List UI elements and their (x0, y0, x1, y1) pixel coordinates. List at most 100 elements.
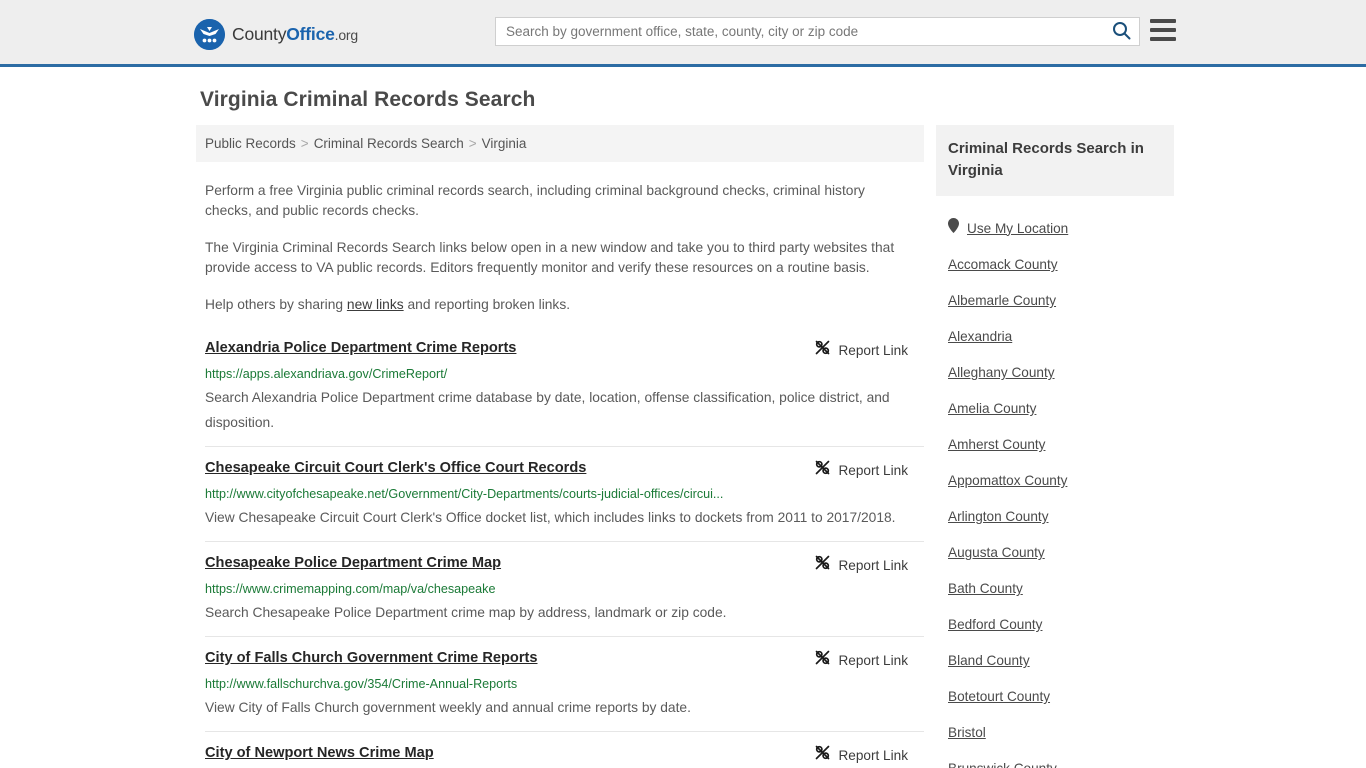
breadcrumb-separator: > (468, 136, 477, 151)
site-logo[interactable]: CountyOffice.org (194, 19, 358, 50)
search-input[interactable] (496, 18, 1103, 45)
sidebar-item-label: Amelia County (948, 401, 1037, 416)
sidebar-item-amelia-county[interactable]: Amelia County (936, 391, 1174, 427)
sidebar-item-label: Accomack County (948, 257, 1058, 272)
brand-tld: .org (334, 27, 359, 43)
result-header: City of Newport News Crime Map Report Li… (205, 744, 924, 766)
list-item: Bland County (936, 643, 1174, 679)
sidebar-item-use-my-location[interactable]: Use My Location (936, 210, 1174, 247)
sidebar-item-bedford-county[interactable]: Bedford County (936, 607, 1174, 643)
result-item: City of Newport News Crime Map Report Li… (205, 731, 924, 768)
eagle-shield-logo-icon (194, 19, 225, 50)
sidebar-item-alleghany-county[interactable]: Alleghany County (936, 355, 1174, 391)
sidebar-item-albemarle-county[interactable]: Albemarle County (936, 283, 1174, 319)
list-item: Alleghany County (936, 355, 1174, 391)
result-title-link[interactable]: City of Newport News Crime Map (205, 744, 434, 763)
result-title-link[interactable]: Chesapeake Circuit Court Clerk's Office … (205, 459, 586, 478)
result-title-link[interactable]: City of Falls Church Government Crime Re… (205, 649, 537, 668)
list-item: Albemarle County (936, 283, 1174, 319)
report-link-button[interactable]: Report Link (814, 744, 924, 766)
sidebar-item-alexandria[interactable]: Alexandria (936, 319, 1174, 355)
result-description: View Chesapeake Circuit Court Clerk's Of… (205, 510, 896, 525)
result-url[interactable]: https://www.crimemapping.com/map/va/ches… (205, 581, 924, 598)
breadcrumb-item-criminal-records-search[interactable]: Criminal Records Search (314, 136, 464, 151)
sidebar-item-bristol[interactable]: Bristol (936, 715, 1174, 751)
result-url[interactable]: https://apps.alexandriava.gov/CrimeRepor… (205, 366, 924, 383)
list-item: Bristol (936, 715, 1174, 751)
new-links-link[interactable]: new links (347, 297, 404, 312)
sidebar-item-label: Appomattox County (948, 473, 1068, 488)
result-description: Search Alexandria Police Department crim… (205, 390, 890, 430)
intro-paragraph-3-suffix: and reporting broken links. (403, 297, 571, 312)
list-item: Use My Location (936, 210, 1174, 247)
list-item: Bedford County (936, 607, 1174, 643)
broken-link-icon (814, 339, 831, 361)
report-link-button[interactable]: Report Link (814, 554, 924, 576)
report-link-label: Report Link (838, 652, 908, 668)
intro-paragraph-3: Help others by sharing new links and rep… (205, 295, 912, 315)
broken-link-icon (814, 554, 831, 576)
hamburger-menu-icon[interactable] (1150, 19, 1176, 41)
sidebar-item-bath-county[interactable]: Bath County (936, 571, 1174, 607)
search-button[interactable] (1103, 18, 1139, 45)
report-link-label: Report Link (838, 342, 908, 358)
result-header: Chesapeake Circuit Court Clerk's Office … (205, 459, 924, 481)
hamburger-bar (1150, 28, 1176, 32)
sidebar-item-label: Albemarle County (948, 293, 1057, 308)
sidebar-item-bland-county[interactable]: Bland County (936, 643, 1174, 679)
sidebar-item-augusta-county[interactable]: Augusta County (936, 535, 1174, 571)
list-item: Arlington County (936, 499, 1174, 535)
broken-link-icon (814, 649, 831, 671)
list-item: Augusta County (936, 535, 1174, 571)
breadcrumb-item-public-records[interactable]: Public Records (205, 136, 296, 151)
sidebar-item-label: Bristol (948, 725, 986, 740)
sidebar-item-label: Amherst County (948, 437, 1046, 452)
report-link-label: Report Link (838, 462, 908, 478)
sidebar-item-label: Bland County (948, 653, 1030, 668)
sidebar-item-brunswick-county[interactable]: Brunswick County (936, 751, 1174, 768)
result-url[interactable]: http://www.fallschurchva.gov/354/Crime-A… (205, 676, 924, 693)
report-link-button[interactable]: Report Link (814, 339, 924, 361)
sidebar: Criminal Records Search in Virginia Use … (936, 125, 1174, 768)
list-item: Accomack County (936, 247, 1174, 283)
sidebar-item-arlington-county[interactable]: Arlington County (936, 499, 1174, 535)
report-link-button[interactable]: Report Link (814, 459, 924, 481)
report-link-label: Report Link (838, 557, 908, 573)
content-columns: Public Records > Criminal Records Search > V… (0, 125, 1366, 768)
breadcrumb-item-virginia[interactable]: Virginia (482, 136, 527, 151)
broken-link-icon (814, 459, 831, 481)
list-item: Botetourt County (936, 679, 1174, 715)
search-bar[interactable] (495, 17, 1140, 46)
intro-paragraph-3-prefix: Help others by sharing (205, 297, 347, 312)
result-title-link[interactable]: Alexandria Police Department Crime Repor… (205, 339, 516, 358)
sidebar-item-label: Augusta County (948, 545, 1045, 560)
list-item: Brunswick County (936, 751, 1174, 768)
list-item: Appomattox County (936, 463, 1174, 499)
list-item: Amherst County (936, 427, 1174, 463)
result-url[interactable]: http://www.cityofchesapeake.net/Governme… (205, 486, 924, 503)
sidebar-item-botetourt-county[interactable]: Botetourt County (936, 679, 1174, 715)
sidebar-item-accomack-county[interactable]: Accomack County (936, 247, 1174, 283)
page-title: Virginia Criminal Records Search (200, 88, 536, 111)
broken-link-icon (814, 744, 831, 766)
report-link-button[interactable]: Report Link (814, 649, 924, 671)
sidebar-item-amherst-county[interactable]: Amherst County (936, 427, 1174, 463)
sidebar-list: Use My Location Accomack County Albemarl… (936, 196, 1174, 768)
sidebar-item-appomattox-county[interactable]: Appomattox County (936, 463, 1174, 499)
result-item: Chesapeake Police Department Crime Map R… (205, 541, 924, 636)
report-link-label: Report Link (838, 747, 908, 763)
brand-prefix: County (232, 24, 287, 44)
sidebar-item-label: Alexandria (948, 329, 1013, 344)
result-item: City of Falls Church Government Crime Re… (205, 636, 924, 731)
sidebar-item-label: Arlington County (948, 509, 1049, 524)
result-header: Chesapeake Police Department Crime Map R… (205, 554, 924, 576)
intro-text: Perform a free Virginia public criminal … (196, 181, 924, 315)
result-description: Search Chesapeake Police Department crim… (205, 605, 727, 620)
sidebar-item-label: Alleghany County (948, 365, 1055, 380)
result-title-link[interactable]: Chesapeake Police Department Crime Map (205, 554, 501, 573)
site-header: CountyOffice.org (0, 0, 1366, 67)
search-results-list: Alexandria Police Department Crime Repor… (196, 339, 924, 768)
search-icon (1112, 21, 1131, 43)
sidebar-item-label: Brunswick County (948, 759, 1057, 768)
intro-paragraph-1: Perform a free Virginia public criminal … (205, 183, 865, 218)
